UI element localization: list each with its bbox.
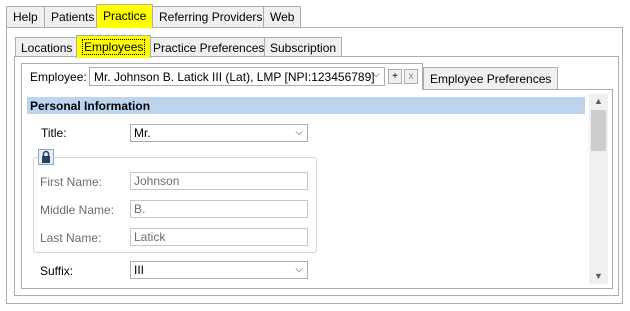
tab-employee-preferences[interactable]: Employee Preferences xyxy=(423,67,559,89)
tab-practice-preferences[interactable]: Practice Preferences xyxy=(147,37,271,57)
add-employee-button[interactable]: + xyxy=(388,69,402,84)
tab-locations[interactable]: Locations xyxy=(15,37,79,57)
suffix-select-value: III xyxy=(134,263,145,277)
personal-information-header: Personal Information xyxy=(27,97,585,114)
employee-label: Employee: xyxy=(30,70,87,84)
employee-select-value: Mr. Johnson B. Latick III (Lat), LMP [NP… xyxy=(94,70,375,84)
chevron-down-icon: ⌵ xyxy=(372,69,380,80)
last-name-field[interactable]: Latick xyxy=(130,228,308,246)
first-name-field[interactable]: Johnson xyxy=(130,172,308,190)
lock-icon[interactable] xyxy=(38,149,54,165)
last-name-label: Last Name: xyxy=(40,231,102,245)
tab-help[interactable]: Help xyxy=(6,6,45,27)
employee-selector-tab[interactable]: Employee: Mr. Johnson B. Latick III (Lat… xyxy=(21,63,423,90)
tab-referring-providers[interactable]: Referring Providers xyxy=(152,6,270,27)
tab-employees[interactable]: Employees xyxy=(76,35,152,58)
tab-web[interactable]: Web xyxy=(263,6,302,27)
scroll-up-arrow-icon[interactable]: ▲ xyxy=(594,96,603,106)
chevron-down-icon: ⌵ xyxy=(295,127,303,138)
scrollbar-thumb[interactable] xyxy=(591,110,606,151)
tab-patients[interactable]: Patients xyxy=(44,6,102,27)
title-select[interactable]: Mr. ⌵ xyxy=(130,124,308,142)
remove-employee-button[interactable]: x xyxy=(404,69,418,84)
employee-select[interactable]: Mr. Johnson B. Latick III (Lat), LMP [NP… xyxy=(89,67,385,86)
tab-employees-label: Employees xyxy=(82,39,146,55)
tab-practice[interactable]: Practice xyxy=(96,4,154,28)
first-name-label: First Name: xyxy=(40,175,103,189)
suffix-select[interactable]: III ⌵ xyxy=(130,261,308,279)
scroll-down-arrow-icon[interactable]: ▼ xyxy=(594,271,603,281)
title-label: Title: xyxy=(41,126,67,140)
chevron-down-icon: ⌵ xyxy=(295,264,303,275)
title-select-value: Mr. xyxy=(134,126,151,140)
middle-name-field[interactable]: B. xyxy=(130,200,308,218)
middle-name-label: Middle Name: xyxy=(40,203,115,217)
vertical-scrollbar[interactable]: ▲ ▼ xyxy=(589,94,608,284)
suffix-label: Suffix: xyxy=(40,264,74,278)
tab-subscription[interactable]: Subscription xyxy=(264,37,343,57)
